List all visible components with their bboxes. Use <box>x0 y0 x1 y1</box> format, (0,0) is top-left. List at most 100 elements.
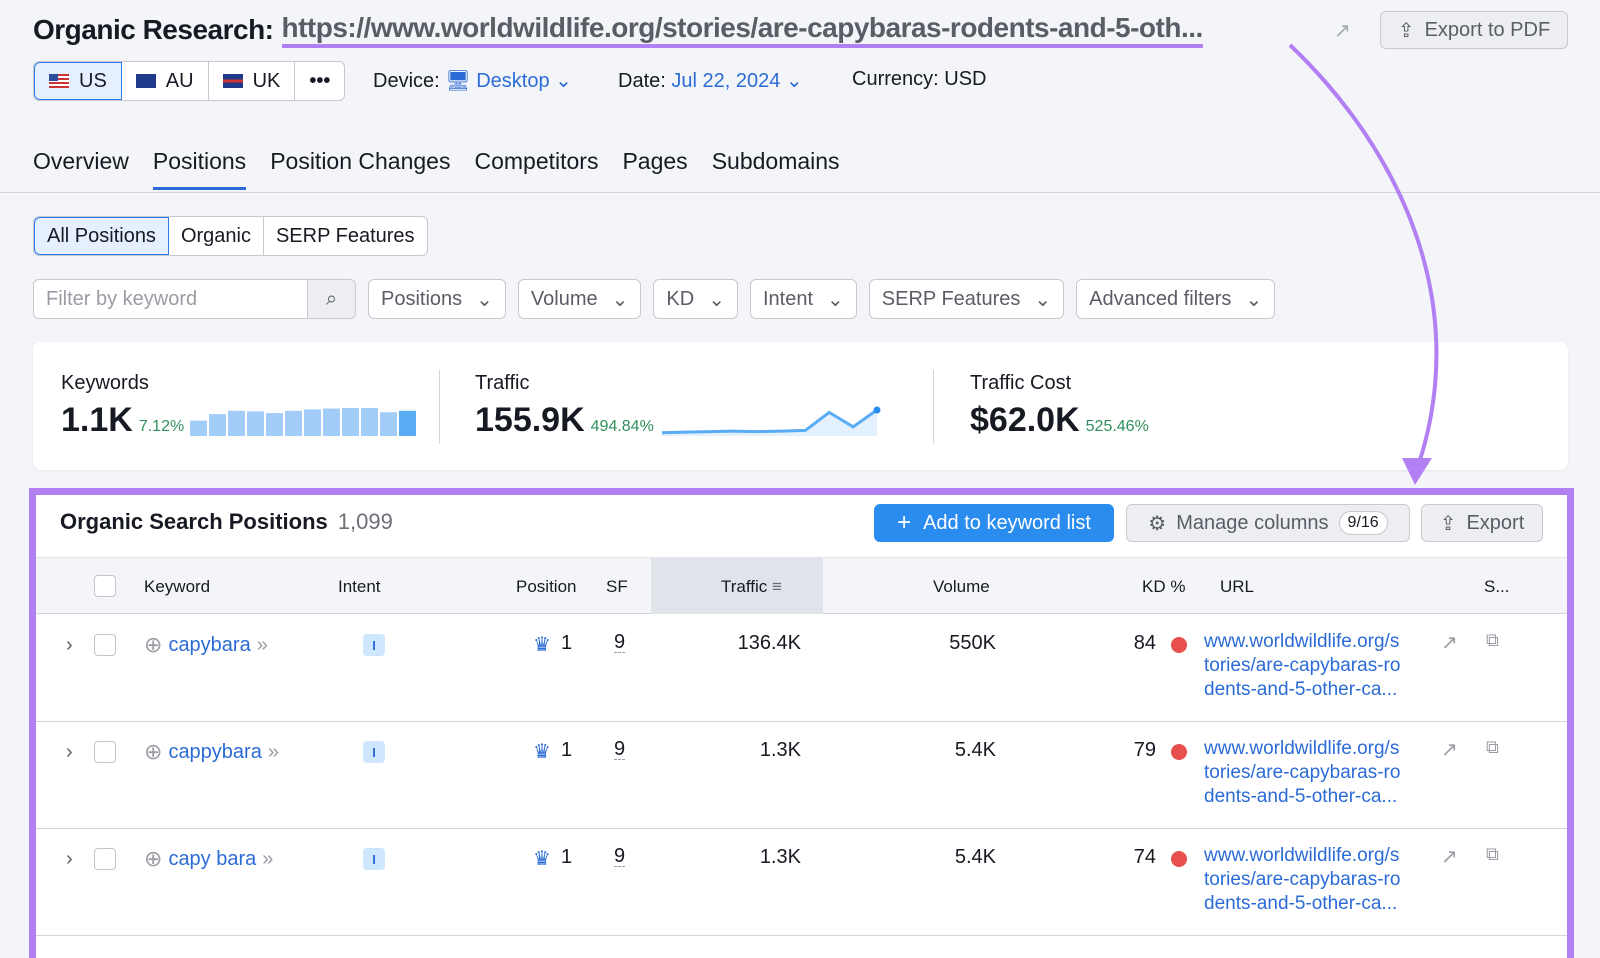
more-databases-button[interactable]: ••• <box>295 62 344 100</box>
keywords-bar <box>285 410 303 436</box>
add-keyword-icon[interactable]: ⊕ <box>144 846 162 872</box>
keywords-bar <box>266 413 284 436</box>
target-url-link[interactable]: https://www.worldwildlife.org/stories/ar… <box>281 12 1203 48</box>
select-all-checkbox[interactable] <box>94 575 116 597</box>
col-position[interactable]: Position <box>516 577 576 597</box>
col-keyword[interactable]: Keyword <box>144 577 210 597</box>
search-button[interactable]: ⌕ <box>308 279 356 319</box>
serp-snapshot-icon[interactable]: ⧉ <box>1486 737 1499 758</box>
col-sf[interactable]: SF <box>606 577 628 597</box>
tab-competitors[interactable]: Competitors <box>474 148 598 190</box>
col-serp[interactable]: S... <box>1484 577 1510 597</box>
db-uk[interactable]: UK <box>209 62 296 100</box>
kd-value: 79 <box>1133 739 1156 761</box>
chevron-down-icon: ⌄ <box>1245 288 1263 311</box>
row-checkbox[interactable] <box>94 741 116 763</box>
volume-filter[interactable]: Volume ⌄ <box>517 279 642 319</box>
keyword-link[interactable]: capy bara <box>168 848 256 871</box>
table-title: Organic Search Positions 1,099 <box>60 509 393 534</box>
filters-bar: Filter by keyword ⌕ Positions ⌄ Volume ⌄ K… <box>33 279 1276 319</box>
export-pdf-button[interactable]: ⇪ Export to PDF <box>1380 11 1568 49</box>
serp-snapshot-icon[interactable]: ⧉ <box>1486 844 1499 865</box>
keyword-link[interactable]: cappybara <box>168 741 261 764</box>
col-intent[interactable]: Intent <box>338 577 381 597</box>
uk-flag-icon <box>222 74 243 88</box>
col-volume[interactable]: Volume <box>933 577 990 597</box>
positions-filter[interactable]: Positions ⌄ <box>368 279 506 319</box>
traffic-trend-line <box>661 406 881 436</box>
segment-organic[interactable]: Organic <box>169 217 264 255</box>
expand-row-icon[interactable]: › <box>66 848 73 871</box>
traffic-value: 1.3K <box>759 846 801 868</box>
device-selector[interactable]: Device: 🖥 Desktop ⌄ <box>373 68 572 93</box>
external-link-icon[interactable]: ↗ <box>1334 18 1351 43</box>
chevron-down-icon: ⌄ <box>1034 288 1052 311</box>
serp-features-filter[interactable]: SERP Features ⌄ <box>868 279 1065 319</box>
keywords-bar <box>228 410 246 436</box>
keyword-details-icon[interactable]: » <box>268 741 279 764</box>
keywords-bar <box>399 410 417 436</box>
db-au[interactable]: AU <box>122 62 209 100</box>
tab-overview[interactable]: Overview <box>33 148 129 190</box>
position-value: 1 <box>560 846 573 868</box>
ranking-url-link[interactable]: www.worldwildlife.org/s tories/are-capyba… <box>1204 630 1434 702</box>
expand-row-icon[interactable]: › <box>66 634 73 657</box>
table-row: › ⊕ cappybara » I ♛ 1 9 1.3K 5.4K 79 www… <box>36 721 1567 829</box>
plus-icon: + <box>897 509 912 536</box>
volume-value: 550K <box>949 632 996 654</box>
kd-filter[interactable]: KD ⌄ <box>653 279 738 319</box>
keywords-bar <box>304 409 322 436</box>
row-checkbox[interactable] <box>94 634 116 656</box>
columns-count-badge: 9/16 <box>1338 511 1388 535</box>
keyword-filter-input[interactable]: Filter by keyword <box>33 279 308 319</box>
keywords-bar <box>209 414 227 436</box>
tab-position-changes[interactable]: Position Changes <box>270 148 450 190</box>
add-to-keyword-list-button[interactable]: + Add to keyword list <box>874 504 1114 542</box>
keywords-bar <box>361 408 379 436</box>
au-flag-icon <box>135 74 156 88</box>
add-keyword-icon[interactable]: ⊕ <box>144 632 162 658</box>
keyword-link[interactable]: capybara <box>168 634 250 657</box>
db-us[interactable]: US <box>34 62 122 100</box>
keywords-metric: Keywords 1.1K 7.12% <box>61 372 420 440</box>
kd-value: 84 <box>1133 632 1156 654</box>
serp-snapshot-icon[interactable]: ⧉ <box>1486 630 1499 651</box>
volume-value: 5.4K <box>954 739 996 761</box>
col-traffic[interactable]: Traffic ≡ <box>721 577 782 597</box>
chevron-down-icon: ⌄ <box>476 288 493 311</box>
keyword-details-icon[interactable]: » <box>262 848 273 871</box>
report-tabs: Overview Positions Position Changes Comp… <box>33 148 840 190</box>
add-keyword-icon[interactable]: ⊕ <box>144 739 162 765</box>
tab-positions[interactable]: Positions <box>152 148 247 190</box>
manage-columns-button[interactable]: ⚙ Manage columns 9/16 <box>1126 504 1410 542</box>
keyword-details-icon[interactable]: » <box>257 634 268 657</box>
us-flag-icon <box>49 74 69 88</box>
keywords-trend-bars <box>190 408 417 436</box>
col-kd[interactable]: KD % <box>1142 577 1185 597</box>
serp-features-count[interactable]: 9 <box>614 739 626 760</box>
tab-pages[interactable]: Pages <box>622 148 687 190</box>
upload-icon: ⇪ <box>1397 19 1415 42</box>
tab-subdomains[interactable]: Subdomains <box>712 148 840 190</box>
external-link-icon[interactable]: ↗ <box>1441 630 1458 655</box>
traffic-metric: Traffic 155.9K 494.84% <box>475 372 885 440</box>
external-link-icon[interactable]: ↗ <box>1441 737 1458 762</box>
export-button[interactable]: ⇪ Export <box>1421 504 1543 542</box>
intent-filter[interactable]: Intent ⌄ <box>749 279 857 319</box>
chevron-down-icon: ⌄ <box>785 70 803 92</box>
serp-features-count[interactable]: 9 <box>614 846 626 867</box>
col-url[interactable]: URL <box>1220 577 1254 597</box>
page-title: Organic Research: https://www.worldwildl… <box>33 12 1203 48</box>
external-link-icon[interactable]: ↗ <box>1441 844 1458 869</box>
ranking-url-link[interactable]: www.worldwildlife.org/s tories/are-capyba… <box>1204 737 1434 809</box>
segment-all-positions[interactable]: All Positions <box>34 217 169 255</box>
serp-features-count[interactable]: 9 <box>614 632 626 653</box>
metric-divider <box>933 370 934 444</box>
tabs-divider <box>0 192 1600 193</box>
row-checkbox[interactable] <box>94 848 116 870</box>
expand-row-icon[interactable]: › <box>66 741 73 764</box>
advanced-filters[interactable]: Advanced filters ⌄ <box>1076 279 1276 319</box>
date-selector[interactable]: Date: Jul 22, 2024 ⌄ <box>618 68 803 93</box>
ranking-url-link[interactable]: www.worldwildlife.org/s tories/are-capyba… <box>1204 844 1434 916</box>
segment-serp-features[interactable]: SERP Features <box>264 217 427 255</box>
